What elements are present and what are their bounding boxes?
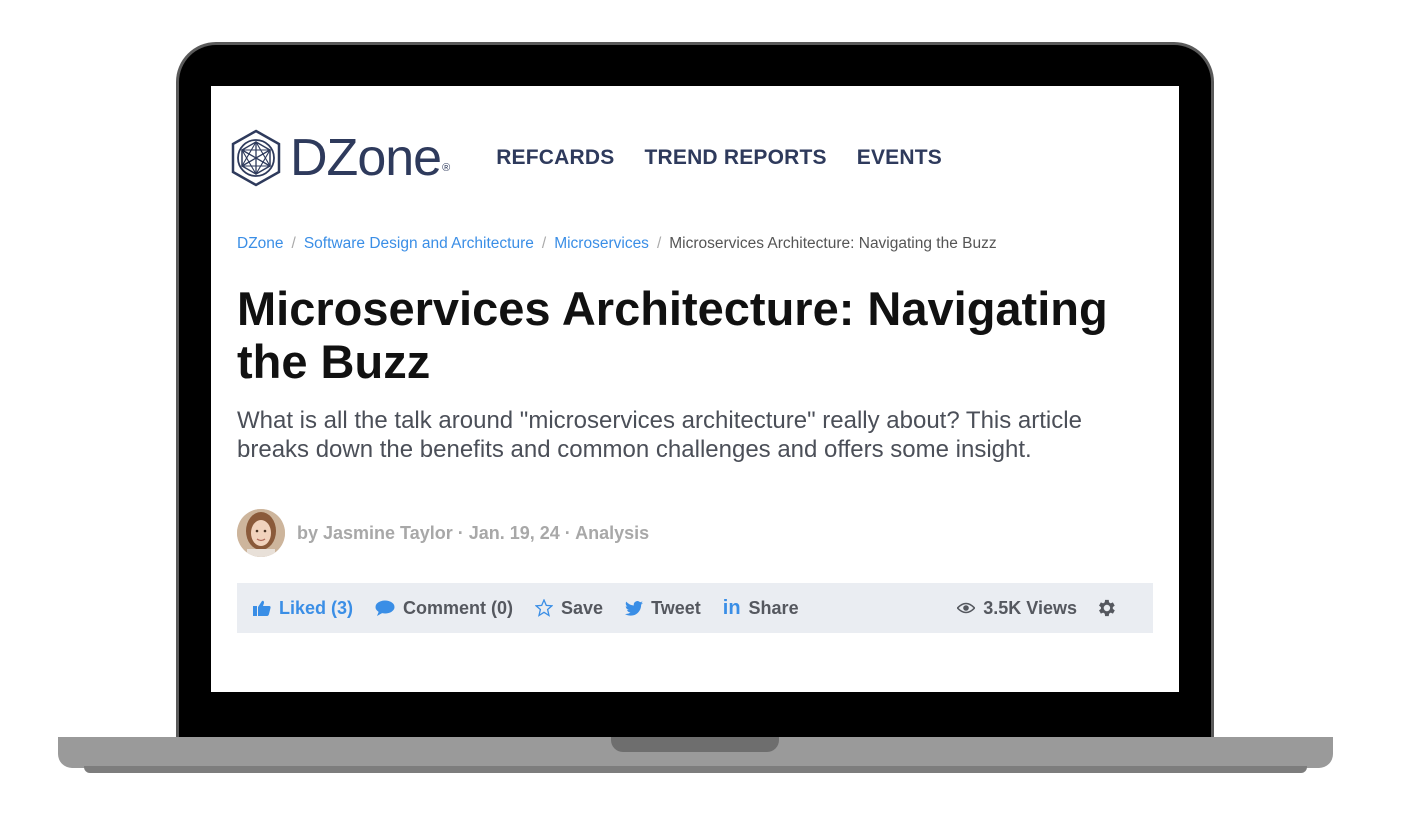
thumbs-up-icon (253, 600, 271, 616)
author-info: by Jasmine Taylor · Jan. 19, 24 · Analys… (237, 509, 649, 557)
site-header: DZone ® REFCARDS TREND REPORTS EVENTS (228, 128, 942, 188)
breadcrumb-separator: / (656, 235, 662, 252)
laptop-base-lip (84, 766, 1307, 773)
share-label: Share (748, 597, 799, 618)
breadcrumb-dzone[interactable]: DZone (237, 235, 284, 252)
avatar-image (237, 509, 285, 557)
comment-button[interactable]: Comment (0) (375, 598, 513, 619)
screen: DZone ® REFCARDS TREND REPORTS EVENTS DZ… (211, 86, 1179, 692)
eye-icon (957, 602, 976, 614)
breadcrumb-current: Microservices Architecture: Navigating t… (669, 235, 997, 252)
breadcrumb-microservices[interactable]: Microservices (554, 235, 649, 252)
breadcrumb-software-design[interactable]: Software Design and Architecture (304, 235, 534, 252)
view-count: 3.5K Views (957, 598, 1077, 619)
tweet-button[interactable]: Tweet (625, 598, 701, 619)
logo[interactable]: DZone ® (228, 128, 450, 188)
dzone-logo-icon (231, 129, 281, 187)
comment-label: Comment (0) (403, 597, 514, 618)
action-bar: Liked (3) Comment (0) Save Tweet in Shar… (237, 583, 1153, 633)
views-label: 3.5K Views (983, 597, 1077, 618)
save-button[interactable]: Save (535, 598, 603, 619)
like-label: Liked (3) (279, 597, 354, 618)
avatar[interactable] (237, 509, 285, 557)
breadcrumb: DZone / Software Design and Architecture / M… (237, 235, 997, 253)
save-label: Save (561, 597, 604, 618)
share-button[interactable]: in Share (723, 597, 799, 620)
breadcrumb-separator: / (541, 235, 547, 252)
gear-icon[interactable] (1095, 597, 1117, 619)
article-subtitle: What is all the talk around "microservic… (237, 407, 1082, 463)
nav-trend-reports[interactable]: TREND REPORTS (644, 146, 826, 170)
article-title: Microservices Architecture: Navigating t… (237, 282, 1108, 388)
laptop-notch (611, 737, 779, 752)
nav-refcards[interactable]: REFCARDS (496, 146, 614, 170)
main-nav: REFCARDS TREND REPORTS EVENTS (496, 146, 942, 170)
registered-mark: ® (442, 162, 451, 174)
linkedin-icon: in (722, 596, 741, 619)
like-button[interactable]: Liked (3) (253, 598, 353, 619)
nav-events[interactable]: EVENTS (857, 146, 942, 170)
logo-text: DZone (290, 129, 442, 187)
twitter-icon (625, 600, 644, 616)
breadcrumb-separator: / (291, 235, 296, 252)
tweet-label: Tweet (651, 597, 701, 618)
star-icon (535, 599, 554, 617)
byline: by Jasmine Taylor · Jan. 19, 24 · Analys… (297, 522, 650, 543)
comment-icon (375, 600, 395, 616)
